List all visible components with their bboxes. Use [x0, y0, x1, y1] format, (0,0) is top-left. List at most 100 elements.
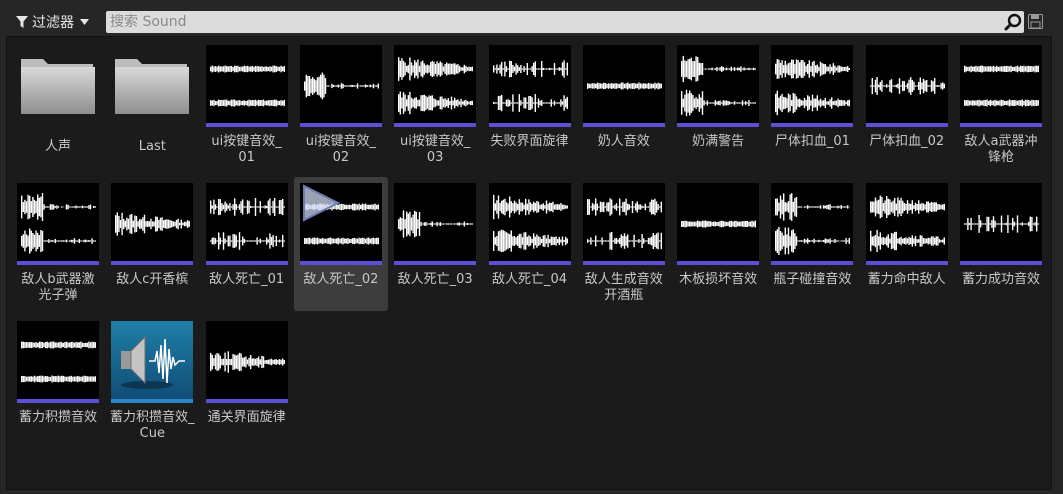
- asset-tile-sound-wave[interactable]: 敌人死亡_03: [388, 177, 482, 311]
- asset-label: 敌人c开香槟: [116, 272, 189, 287]
- funnel-icon: [16, 16, 28, 28]
- asset-label: Last: [138, 139, 166, 154]
- asset-thumbnail: [865, 183, 948, 265]
- asset-tile-sound-wave[interactable]: 敌人c开香槟: [105, 177, 199, 311]
- asset-tile-sound-wave[interactable]: 敌人死亡_04: [483, 177, 577, 311]
- asset-tile-sound-wave[interactable]: 尸体扣血_02: [860, 39, 954, 173]
- waveform-icon: [21, 193, 96, 254]
- asset-label: 通关界面旋律: [207, 410, 286, 425]
- asset-thumbnail: [582, 183, 665, 265]
- toolbar: 过滤器: [0, 0, 1063, 40]
- asset-label: 敌人死亡_04: [491, 272, 568, 287]
- asset-thumbnail: [488, 183, 571, 265]
- asset-tile-sound-wave[interactable]: 瓶子碰撞音效: [765, 177, 859, 311]
- waveform-icon: [964, 65, 1039, 107]
- waveform-icon: [586, 82, 662, 90]
- play-icon[interactable]: [300, 183, 342, 223]
- asset-tile-sound-cue[interactable]: 蓄力积攒音效_ Cue: [105, 315, 199, 449]
- waveform-icon: [775, 59, 851, 116]
- asset-label: 敌人b武器激 光子弹: [21, 272, 95, 303]
- asset-tile-sound-wave[interactable]: 失败界面旋律: [483, 39, 577, 173]
- asset-thumbnail: [111, 183, 194, 265]
- asset-tile-sound-wave[interactable]: 敌人死亡_01: [200, 177, 294, 311]
- folder-icon: [115, 59, 190, 114]
- asset-thumbnail: [299, 45, 382, 127]
- asset-tile-folder[interactable]: 人声: [11, 39, 105, 173]
- asset-thumbnail: [960, 183, 1042, 265]
- asset-thumbnail: [488, 45, 571, 127]
- save-search-icon[interactable]: [1028, 14, 1043, 29]
- waveform-icon: [398, 210, 474, 238]
- asset-thumbnail: [960, 45, 1042, 127]
- asset-thumbnail: [111, 45, 193, 127]
- asset-tile-sound-wave[interactable]: 敌人a武器冲 锋枪: [954, 39, 1048, 173]
- asset-label: 蓄力命中敌人: [867, 272, 946, 287]
- asset-tile-sound-wave[interactable]: 敌人b武器激 光子弹: [11, 177, 105, 311]
- chevron-down-icon: [80, 19, 89, 25]
- asset-label: ui按键音效_ 02: [305, 134, 377, 165]
- asset-label: 奶满警告: [692, 134, 745, 149]
- asset-tile-sound-wave[interactable]: 蓄力成功音效: [954, 177, 1048, 311]
- asset-thumbnail: [205, 45, 288, 127]
- waveform-icon: [586, 198, 662, 250]
- asset-thumbnail: [582, 45, 665, 127]
- asset-thumbnail: [865, 45, 948, 127]
- asset-tile-sound-wave[interactable]: 通关界面旋律: [200, 315, 294, 449]
- asset-tile-sound-wave[interactable]: 敌人生成音效 开酒瓶: [577, 177, 671, 311]
- asset-thumbnail: [677, 183, 760, 265]
- filter-label: 过滤器: [32, 15, 74, 31]
- waveform-icon: [115, 212, 191, 236]
- waveform-icon: [209, 351, 285, 373]
- asset-tile-sound-wave[interactable]: 尸体扣血_01: [765, 39, 859, 173]
- asset-label: 蓄力成功音效: [961, 272, 1040, 287]
- asset-thumbnail: [111, 321, 194, 403]
- waveform-icon: [869, 77, 945, 95]
- asset-tile-sound-wave[interactable]: 蓄力命中敌人: [860, 177, 954, 311]
- waveform-icon: [775, 193, 851, 255]
- waveform-icon: [964, 215, 1039, 233]
- asset-thumbnail: [205, 321, 288, 403]
- filter-button[interactable]: 过滤器: [16, 11, 96, 33]
- asset-tile-sound-wave[interactable]: ui按键音效_ 03: [388, 39, 482, 173]
- waveform-icon: [398, 57, 474, 115]
- asset-label: 蓄力积攒音效_ Cue: [110, 410, 195, 441]
- waveform-icon: [492, 194, 568, 253]
- asset-label: 木板损坏音效: [679, 272, 758, 287]
- asset-tile-sound-wave[interactable]: 木板损坏音效: [671, 177, 765, 311]
- waveform-icon: [869, 195, 945, 252]
- asset-label: ui按键音效_ 03: [400, 134, 471, 165]
- asset-thumbnail: [17, 183, 99, 265]
- search-input[interactable]: [110, 11, 990, 33]
- asset-tile-folder[interactable]: Last: [105, 39, 199, 173]
- asset-tile-sound-wave[interactable]: ui按键音效_ 02: [294, 39, 388, 173]
- waveform-icon: [681, 220, 757, 228]
- asset-tile-sound-wave[interactable]: 奶人音效: [577, 39, 671, 173]
- asset-thumbnail: [394, 45, 477, 127]
- asset-label: 敌人死亡_01: [209, 272, 285, 287]
- asset-label: 敌人死亡_03: [397, 272, 473, 287]
- asset-label: 尸体扣血_02: [869, 134, 945, 149]
- asset-tile-sound-wave[interactable]: ui按键音效_ 01: [200, 39, 294, 173]
- waveform-icon: [492, 60, 568, 112]
- folder-icon: [21, 59, 95, 114]
- asset-thumbnail: [677, 45, 760, 127]
- speaker-icon: [121, 335, 186, 389]
- search-box: [106, 11, 1024, 33]
- waveform-icon: [21, 341, 96, 383]
- asset-tile-sound-wave[interactable]: 蓄力积攒音效: [11, 315, 105, 449]
- asset-label: 失败界面旋律: [490, 134, 569, 149]
- asset-thumbnail: [17, 321, 99, 403]
- asset-label: 瓶子碰撞音效: [773, 272, 852, 287]
- asset-label: 敌人生成音效 开酒瓶: [584, 272, 663, 303]
- asset-thumbnail: [394, 183, 477, 265]
- asset-label: 蓄力积攒音效: [18, 410, 97, 425]
- asset-label: 奶人音效: [597, 134, 650, 149]
- search-icon[interactable]: [1004, 13, 1022, 31]
- asset-label: 人声: [44, 139, 71, 154]
- asset-label: 尸体扣血_01: [774, 134, 850, 149]
- asset-tile-sound-wave[interactable]: 奶满警告: [671, 39, 765, 173]
- asset-tile-sound-wave[interactable]: 敌人死亡_02: [293, 177, 388, 311]
- asset-label: ui按键音效_ 01: [211, 134, 282, 165]
- waveform-icon: [681, 55, 757, 117]
- asset-grid-panel: 人声 Last ui按键音效_ 01 ui按键音效_ 02 ui按键音效_ 03 失败界面…: [6, 36, 1052, 490]
